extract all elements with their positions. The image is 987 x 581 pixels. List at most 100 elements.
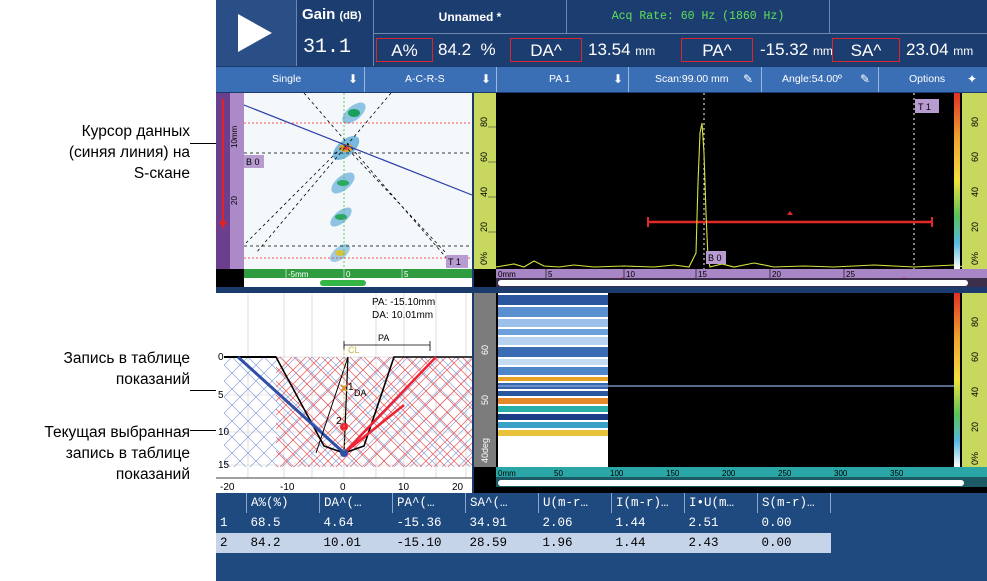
sscan-gate-t: T 1 bbox=[448, 257, 461, 267]
annotation-line-entry bbox=[190, 390, 216, 391]
svg-text:10: 10 bbox=[398, 482, 410, 493]
plot-da-readout: DA: 10.01mm bbox=[372, 310, 433, 321]
svg-text:15: 15 bbox=[698, 270, 707, 279]
svg-text:60: 60 bbox=[970, 152, 980, 162]
cscan-canvas: 60 50 40deg 80 60 40 20 0% 0mm 50 100 15… bbox=[474, 293, 987, 493]
svg-text:40: 40 bbox=[970, 187, 980, 197]
annotation-reading-entry: Запись в таблице показаний bbox=[63, 350, 190, 388]
part-plot-view[interactable]: 2 1 PA CL DA PA: -15.10mm DA: 10.01mm 0 … bbox=[216, 293, 472, 493]
tools-icon: ✦ bbox=[967, 72, 978, 86]
pencil-icon: ✎ bbox=[743, 72, 754, 86]
svg-text:15: 15 bbox=[218, 460, 230, 471]
svg-text:50: 50 bbox=[554, 469, 563, 478]
svg-text:5: 5 bbox=[548, 270, 553, 279]
gain-title: Gain bbox=[302, 6, 336, 23]
col-s[interactable]: S(m-r)… bbox=[757, 493, 831, 513]
gain-value: 31.1 bbox=[303, 36, 352, 59]
col-pa[interactable]: PA^(… bbox=[392, 493, 466, 513]
table-row-selected[interactable]: 2 84.2 10.01 -15.10 28.59 1.96 1.44 2.43… bbox=[216, 533, 831, 553]
download-arrow-icon: ⬇ bbox=[481, 72, 492, 86]
ascan-y-tick: 60 bbox=[479, 152, 489, 162]
svg-text:5: 5 bbox=[218, 390, 224, 401]
reading-sa-label[interactable]: SA^ bbox=[832, 38, 900, 62]
ascan-canvas: 80 60 40 20 0% T 1 B 0 80 60 40 20 0% 0m… bbox=[474, 93, 987, 287]
toolbar-layout[interactable]: A-C-R-S ⬇ bbox=[365, 67, 497, 92]
pencil-icon: ✎ bbox=[860, 72, 871, 86]
reading-da-label[interactable]: DA^ bbox=[510, 38, 582, 62]
reading-pa-value: -15.32 mm bbox=[760, 40, 833, 59]
annotation-column: Курсор данных (синяя линия) на S-скане З… bbox=[0, 0, 216, 581]
svg-text:2: 2 bbox=[336, 416, 342, 427]
sscan-x-tick: 0 bbox=[346, 270, 351, 279]
ascan-y-tick: 40 bbox=[479, 187, 489, 197]
acq-rate: Acq Rate: 60 Hz (1860 Hz) bbox=[611, 10, 785, 23]
reading-pa-label[interactable]: PA^ bbox=[681, 38, 753, 62]
sscan-gate-b: B 0 bbox=[246, 157, 260, 167]
svg-text:20: 20 bbox=[970, 222, 980, 232]
cscan-strip-data bbox=[498, 293, 608, 467]
ascan-view[interactable]: 80 60 40 20 0% T 1 B 0 80 60 40 20 0% 0m… bbox=[474, 93, 987, 287]
sscan-ruler-tick: 10mm bbox=[230, 125, 239, 148]
table-row[interactable]: 1 68.5 4.64 -15.36 34.91 2.06 1.44 2.51 … bbox=[216, 513, 831, 533]
reading-a-label[interactable]: A% bbox=[376, 38, 433, 62]
gain-unit: (dB) bbox=[339, 10, 362, 22]
sscan-canvas: 10mm 20 B 0 T 1 -5mm 0 5 bbox=[216, 93, 472, 287]
table-header-row: A%(%) DA^(… PA^(… SA^(… U(m-r… I(m-r)… I… bbox=[216, 493, 831, 513]
col-i[interactable]: I(m-r)… bbox=[611, 493, 685, 513]
gain-control[interactable]: Gain (dB) 31.1 bbox=[297, 0, 374, 66]
svg-text:0mm: 0mm bbox=[498, 469, 516, 478]
cscan-view[interactable]: 60 50 40deg 80 60 40 20 0% 0mm 50 100 15… bbox=[474, 293, 987, 493]
svg-text:0mm: 0mm bbox=[498, 270, 516, 279]
svg-text:60: 60 bbox=[480, 345, 490, 355]
ascan-y-tick: 20 bbox=[479, 222, 489, 232]
toolbar-options[interactable]: Options ✦ bbox=[879, 67, 987, 92]
sscan-ruler-tick: 20 bbox=[230, 196, 239, 205]
svg-text:350: 350 bbox=[890, 469, 904, 478]
svg-text:0%: 0% bbox=[970, 252, 980, 265]
reading-table: A%(%) DA^(… PA^(… SA^(… U(m-r… I(m-r)… I… bbox=[216, 493, 987, 581]
svg-text:25: 25 bbox=[846, 270, 855, 279]
toolbar: Single ⬇ A-C-R-S ⬇ PA 1 ⬇ Scan:99.00 mm … bbox=[216, 67, 987, 92]
col-sa[interactable]: SA^(… bbox=[465, 493, 539, 513]
cscan-color-scale bbox=[954, 293, 960, 467]
sscan-x-tick: -5mm bbox=[288, 270, 309, 279]
play-icon bbox=[238, 14, 272, 52]
reading-sa-value: 23.04 mm bbox=[906, 40, 974, 59]
acq-rate-cell: Acq Rate: 60 Hz (1860 Hz) bbox=[567, 0, 830, 34]
toolbar-angle[interactable]: Angle:54.00º ✎ bbox=[762, 67, 879, 92]
svg-text:10: 10 bbox=[218, 427, 230, 438]
toolbar-single[interactable]: Single ⬇ bbox=[216, 67, 365, 92]
svg-text:20: 20 bbox=[452, 482, 464, 493]
col-da[interactable]: DA^(… bbox=[319, 493, 393, 513]
svg-text:DA: DA bbox=[354, 388, 367, 398]
play-button[interactable] bbox=[216, 0, 297, 66]
plot-canvas: 2 1 PA CL DA PA: -15.10mm DA: 10.01mm 0 … bbox=[216, 293, 472, 493]
col-index bbox=[216, 493, 247, 513]
ascan-distance-ruler bbox=[496, 269, 987, 278]
svg-text:CL: CL bbox=[348, 345, 360, 355]
col-iu[interactable]: I•U(m… bbox=[684, 493, 758, 513]
sscan-scroll-handle bbox=[320, 280, 366, 286]
toolbar-scan[interactable]: Scan:99.00 mm ✎ bbox=[629, 67, 762, 92]
svg-text:50: 50 bbox=[480, 395, 490, 405]
reading-da-value: 13.54 mm bbox=[588, 40, 656, 59]
ascan-y-tick: 0% bbox=[479, 252, 489, 265]
annotation-line-current bbox=[190, 430, 216, 431]
svg-text:0: 0 bbox=[340, 482, 346, 493]
sscan-x-tick: 5 bbox=[404, 270, 409, 279]
annotation-data-cursor: Курсор данных (синяя линия) на S-скане bbox=[68, 123, 190, 182]
ascan-scroll-handle bbox=[498, 280, 968, 286]
header-empty-cell bbox=[830, 0, 987, 34]
svg-text:-10: -10 bbox=[280, 482, 295, 493]
svg-text:80: 80 bbox=[970, 317, 980, 327]
cscan-scroll-handle bbox=[498, 480, 964, 486]
sscan-view[interactable]: 10mm 20 B 0 T 1 -5mm 0 5 bbox=[216, 93, 472, 287]
document-title: Unnamed * bbox=[438, 10, 502, 24]
app-window: Gain (dB) 31.1 Unnamed * Acq Rate: 60 Hz… bbox=[216, 0, 987, 581]
download-arrow-icon: ⬇ bbox=[348, 72, 359, 86]
svg-text:20: 20 bbox=[970, 422, 980, 432]
col-u[interactable]: U(m-r… bbox=[538, 493, 612, 513]
col-a[interactable]: A%(%) bbox=[246, 493, 320, 513]
svg-text:40deg: 40deg bbox=[480, 438, 490, 463]
toolbar-group[interactable]: PA 1 ⬇ bbox=[497, 67, 629, 92]
